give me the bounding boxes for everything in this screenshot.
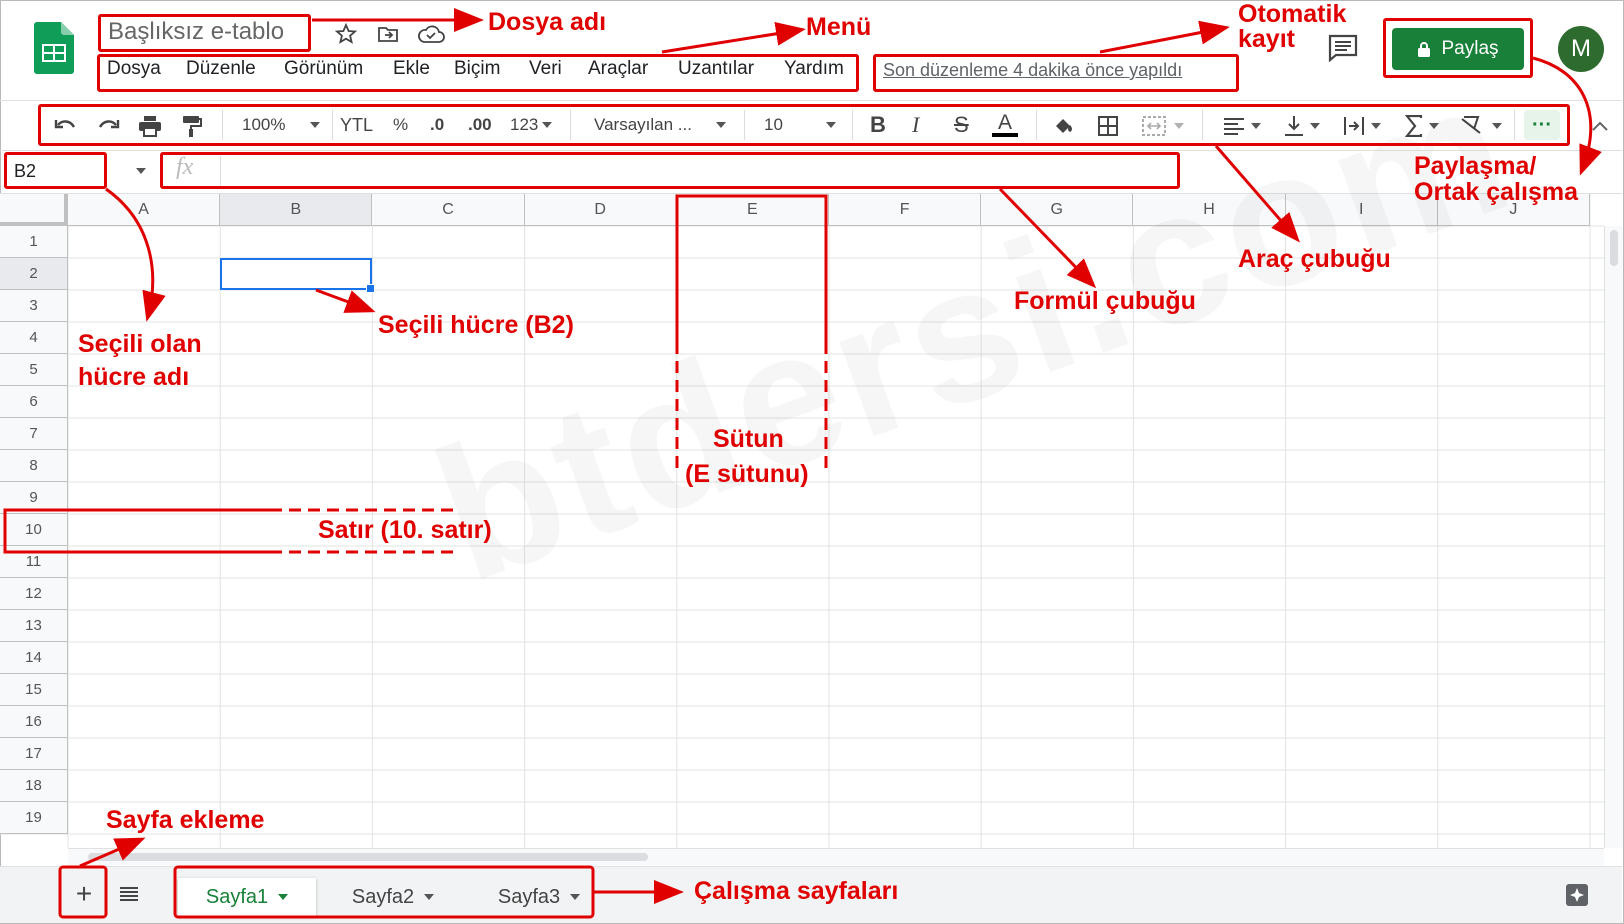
vertical-scrollbar[interactable] [1604, 226, 1623, 848]
annotation-column-2: (E sütunu) [685, 460, 809, 488]
row-header-9[interactable]: 9 [0, 482, 68, 514]
row-header-15[interactable]: 15 [0, 674, 68, 706]
sheets-logo[interactable] [34, 22, 74, 74]
column-header-c[interactable]: C [372, 194, 525, 226]
vertical-scroll-thumb[interactable] [1610, 230, 1618, 266]
row-header-12[interactable]: 12 [0, 578, 68, 610]
annotation-selected-cell: Seçili hücre (B2) [378, 311, 574, 339]
annotation-menu: Menü [806, 13, 872, 41]
row-header-16[interactable]: 16 [0, 706, 68, 738]
annotation-file-name: Dosya adı [488, 8, 607, 36]
chevron-down-icon [278, 894, 289, 900]
column-header-e[interactable]: E [676, 194, 829, 226]
row-header-13[interactable]: 13 [0, 610, 68, 642]
row-header-3[interactable]: 3 [0, 290, 68, 322]
row-header-7[interactable]: 7 [0, 418, 68, 450]
chevron-down-icon [136, 168, 146, 174]
row-header-6[interactable]: 6 [0, 386, 68, 418]
column-header-d[interactable]: D [524, 194, 677, 226]
row-header-14[interactable]: 14 [0, 642, 68, 674]
annotation-add-sheet: Sayfa ekleme [106, 806, 265, 834]
annotation-box-file-name [98, 14, 311, 52]
row-header-18[interactable]: 18 [0, 770, 68, 802]
annotation-box-share [1383, 18, 1533, 78]
row-header-1[interactable]: 1 [0, 226, 68, 258]
column-header-a[interactable]: A [68, 194, 221, 226]
horizontal-scrollbar[interactable] [68, 848, 1604, 865]
cloud-saved-icon[interactable] [416, 20, 446, 48]
horizontal-scroll-thumb[interactable] [88, 853, 648, 861]
chevron-down-icon [424, 894, 435, 900]
row-header-19[interactable]: 19 [0, 802, 68, 834]
sheet-tab-label: Sayfa2 [351, 885, 415, 908]
annotation-row: Satır (10. satır) [318, 516, 492, 544]
column-header-b[interactable]: B [220, 194, 373, 226]
row-header-10[interactable]: 10 [0, 514, 68, 546]
sheet-tab-label: Sayfa1 [205, 885, 269, 908]
comments-icon[interactable] [1325, 30, 1361, 66]
sheets-logo-icon [34, 22, 74, 74]
row-header-5[interactable]: 5 [0, 354, 68, 386]
annotation-box-menu [97, 54, 859, 92]
annotation-column-1: Sütun [713, 425, 784, 453]
row-header-8[interactable]: 8 [0, 450, 68, 482]
row-header-2[interactable]: 2 [0, 258, 68, 290]
annotation-box-autosave [873, 54, 1239, 92]
add-sheet-button[interactable]: + [66, 876, 102, 912]
annotation-autosave-1: Otomatik [1238, 0, 1347, 28]
annotation-sheets: Çalışma sayfaları [694, 877, 899, 905]
corner-cell[interactable] [0, 194, 68, 226]
star-icon[interactable] [332, 20, 360, 48]
fill-handle[interactable] [366, 284, 375, 293]
annotation-box-name-box [4, 152, 107, 189]
annotation-autosave-2: kayıt [1238, 25, 1295, 53]
explore-icon[interactable] [1562, 880, 1592, 910]
row-header-11[interactable]: 11 [0, 546, 68, 578]
annotation-share-1: Paylaşma/ [1414, 152, 1537, 180]
selected-cell[interactable] [220, 258, 372, 290]
row-header-4[interactable]: 4 [0, 322, 68, 354]
annotation-cell-name-2: hücre adı [78, 363, 190, 391]
sheet-tab-sayfa1[interactable]: Sayfa1 [178, 878, 316, 916]
chevron-down-icon [570, 894, 581, 900]
collapse-icon[interactable] [1588, 114, 1612, 138]
annotation-cell-name-1: Seçili olan [78, 330, 202, 358]
move-folder-icon[interactable] [374, 20, 402, 48]
sheet-tab-sayfa3[interactable]: Sayfa3 [484, 878, 594, 916]
annotation-toolbar: Araç çubuğu [1238, 245, 1391, 273]
annotation-formula-bar: Formül çubuğu [1014, 287, 1196, 315]
annotation-box-toolbar [38, 104, 1570, 146]
row-header-17[interactable]: 17 [0, 738, 68, 770]
sheet-tab-sayfa2[interactable]: Sayfa2 [338, 878, 448, 916]
avatar[interactable]: M [1558, 26, 1604, 72]
all-sheets-icon[interactable] [114, 876, 144, 912]
annotation-share-2: Ortak çalışma [1414, 178, 1578, 206]
sheet-tab-label: Sayfa3 [497, 885, 561, 908]
annotation-box-formula-bar [160, 152, 1180, 189]
